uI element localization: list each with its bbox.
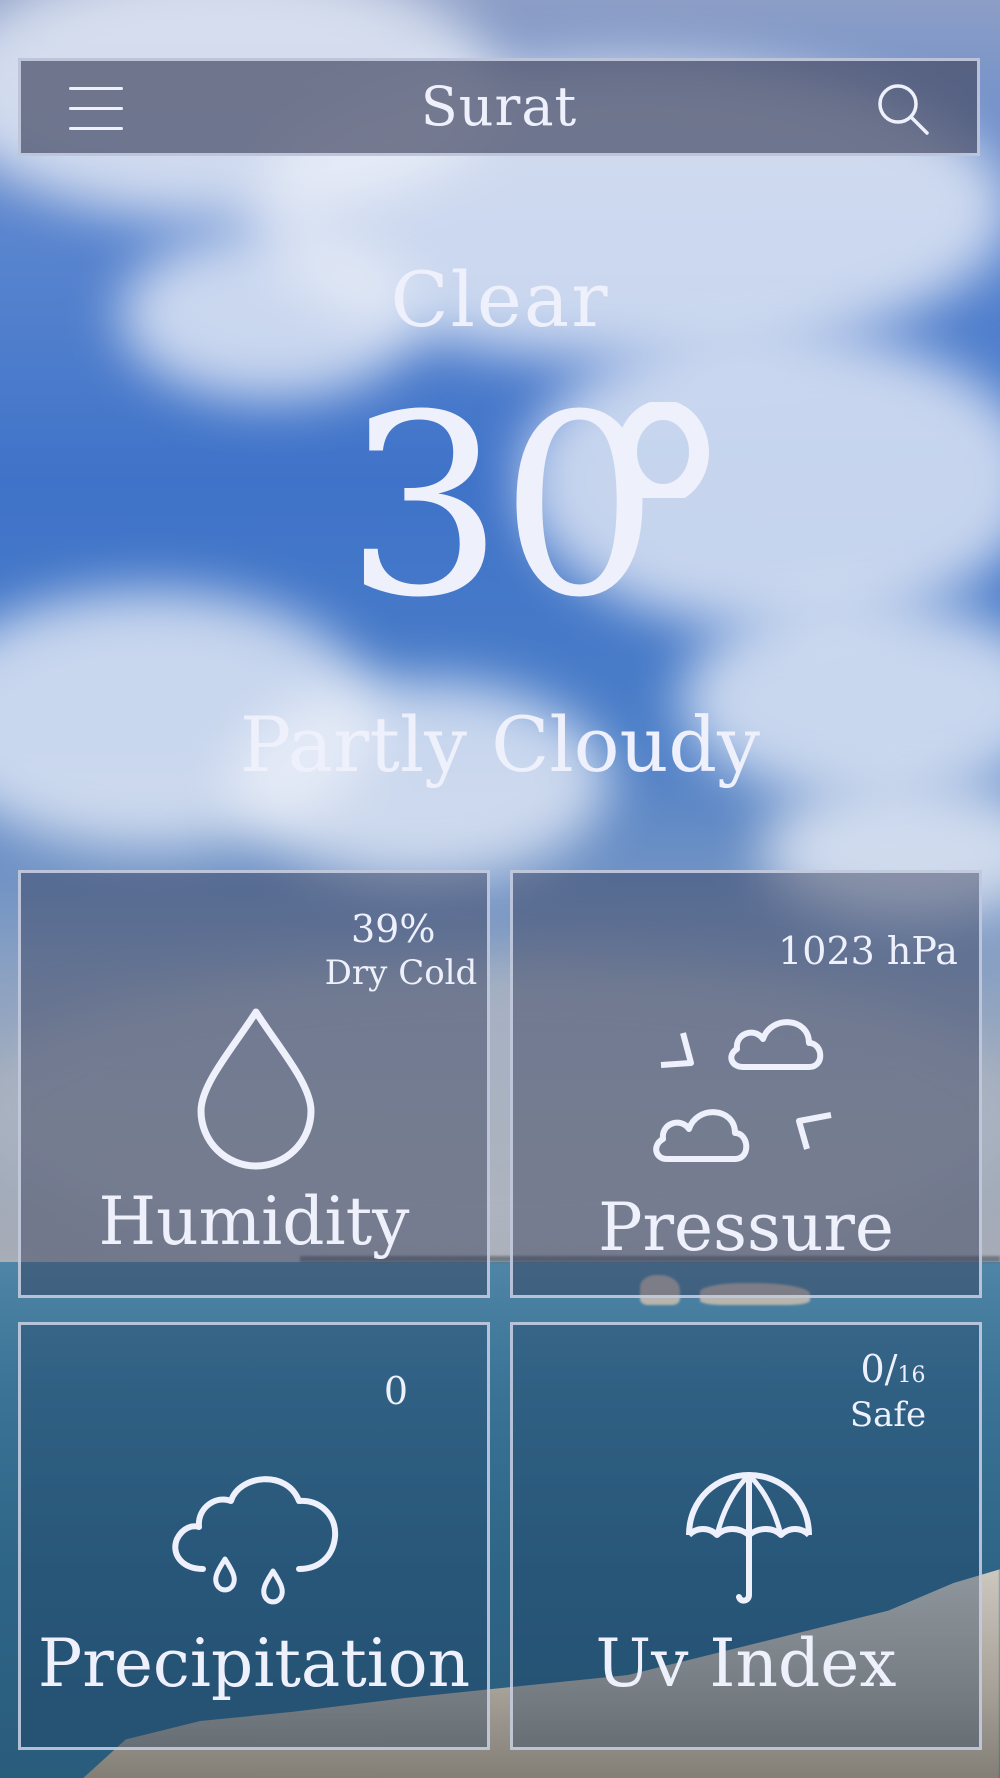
humidity-card[interactable]: 39% Dry Cold Humidity (18, 870, 490, 1298)
uv-index-value: 0/16 (843, 1347, 943, 1398)
pressure-label: Pressure (598, 1189, 894, 1266)
umbrella-icon (686, 1472, 812, 1604)
city-name[interactable]: Surat (21, 75, 977, 139)
humidity-label: Humidity (98, 1183, 410, 1260)
uv-index-scale: 16 (897, 1363, 926, 1388)
search-icon[interactable] (875, 81, 931, 137)
temperature-value: 30 (344, 361, 659, 652)
top-bar: Surat (18, 58, 980, 156)
degree-icon (617, 402, 709, 498)
precipitation-label: Precipitation (37, 1625, 471, 1702)
uv-index-note: Safe (849, 1395, 927, 1435)
humidity-value: 39% (351, 907, 436, 951)
water-drop-icon (197, 1008, 315, 1170)
weather-condition: Partly Cloudy (239, 700, 761, 789)
uv-index-card[interactable]: 0/16 Safe Uv Index (510, 1322, 982, 1750)
temperature-display: 30 (0, 372, 1000, 642)
humidity-note: Dry Cold (324, 953, 478, 993)
rain-cloud-icon (172, 1476, 339, 1605)
pressure-card[interactable]: 1023 hPa Pressure (510, 870, 982, 1298)
clouds-pressure-icon (653, 1019, 832, 1162)
uv-index-label: Uv Index (595, 1625, 897, 1702)
pressure-value: 1023 hPa (778, 929, 958, 973)
precipitation-card[interactable]: 0 Precipitation (18, 1322, 490, 1750)
uv-index-reading: 0/ (860, 1347, 898, 1391)
precipitation-value: 0 (383, 1369, 409, 1413)
weather-status: Clear (390, 255, 610, 344)
